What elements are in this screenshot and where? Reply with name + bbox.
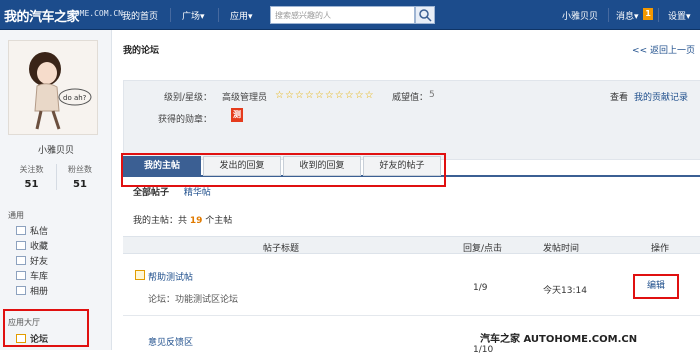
sidebar-item-label: 相册 — [30, 287, 49, 297]
user-info-panel: 级别/星级： 高级管理员 ☆☆☆☆☆☆☆☆☆☆ 威望值： 5 查看 我的贡献记录… — [123, 80, 700, 160]
friends-icon — [16, 256, 26, 265]
post-title-link[interactable]: 帮助测试帖 — [148, 270, 193, 283]
medal-badge[interactable]: 测 — [231, 108, 243, 122]
fans-label: 粉丝数 — [68, 165, 92, 174]
level-value: 高级管理员 — [222, 93, 268, 103]
contrib-view-label: 查看 — [610, 93, 629, 103]
prestige-value: 5 — [429, 90, 435, 100]
message-count-badge: 1 — [643, 8, 653, 20]
star-icon — [16, 241, 26, 250]
site-logo[interactable]: 我的汽车之家 — [4, 6, 80, 25]
follow-stats: 关注数 51 粉丝数 51 — [8, 164, 103, 194]
medal-label: 获得的勋章： — [158, 115, 213, 125]
sidebar-username[interactable]: 小雅贝贝 — [0, 143, 112, 156]
star-rating: ☆☆☆☆☆☆☆☆☆☆ — [275, 90, 375, 101]
post-reply-stat: 1/9 — [473, 283, 488, 293]
prestige-label: 威望值： — [392, 93, 429, 103]
fans-count: 51 — [73, 179, 87, 190]
following-label: 关注数 — [19, 165, 44, 174]
post-title-link[interactable]: 意见反馈区 — [148, 335, 193, 348]
count-value: 19 — [189, 216, 203, 226]
table-row — [123, 254, 700, 316]
messages-menu[interactable]: 消息▾ — [616, 9, 639, 22]
search-icon — [419, 9, 432, 22]
avatar-text: do ah? — [63, 94, 87, 102]
column-post-time: 发帖时间 — [543, 244, 580, 254]
watermark: 汽车之家 AUTOHOME.COM.CN — [480, 330, 638, 345]
nav-my-home[interactable]: 我的首页 — [122, 9, 158, 22]
post-count: 我的主帖：共 19 个主帖 — [133, 213, 232, 226]
nav-separator — [218, 8, 219, 22]
main-content: 我的论坛 << 返回上一页 级别/星级： 高级管理员 ☆☆☆☆☆☆☆☆☆☆ 威望… — [113, 30, 700, 355]
sidebar: do ah? 小雅贝贝 关注数 51 粉丝数 51 通用 私信 收藏 好友 车库… — [0, 30, 112, 350]
sidebar-item-favorites[interactable]: 收藏 — [16, 239, 48, 252]
column-replies: 回复/点击 — [463, 244, 503, 254]
sidebar-item-messages[interactable]: 私信 — [16, 224, 48, 237]
nav-separator — [658, 8, 659, 22]
settings-menu[interactable]: 设置▾ — [668, 9, 691, 22]
car-icon — [16, 271, 26, 280]
search-button[interactable] — [415, 6, 435, 24]
sidebar-item-label: 收藏 — [30, 242, 49, 252]
logo-url: HOME.COM.CN — [70, 9, 123, 18]
tabs-highlight-box — [121, 153, 446, 187]
post-reply-stat: 1/10 — [473, 345, 494, 355]
level-label: 级别/星级： — [164, 93, 213, 103]
album-icon — [16, 286, 26, 295]
following-count: 51 — [24, 179, 39, 190]
post-time: 今天13:14 — [543, 286, 587, 296]
nav-plaza[interactable]: 广场▾ — [182, 9, 205, 22]
page-title: 我的论坛 — [123, 46, 160, 56]
sidebar-item-friends[interactable]: 好友 — [16, 254, 48, 267]
edit-button[interactable]: 编辑 — [633, 274, 679, 299]
post-icon — [135, 270, 145, 280]
fans-stat[interactable]: 粉丝数 51 — [56, 164, 103, 190]
sidebar-item-label: 好友 — [30, 257, 49, 267]
avatar[interactable]: do ah? — [8, 40, 98, 135]
column-actions: 操作 — [651, 244, 670, 254]
nav-separator — [608, 8, 609, 22]
sidebar-item-garage[interactable]: 车库 — [16, 269, 48, 282]
nav-separator — [170, 8, 171, 22]
contribution-record-link[interactable]: 我的贡献记录 — [634, 90, 688, 103]
column-title: 帖子标题 — [263, 244, 300, 254]
following-stat[interactable]: 关注数 51 — [8, 164, 55, 190]
sidebar-item-album[interactable]: 相册 — [16, 284, 48, 297]
table-header: 帖子标题 回复/点击 发帖时间 操作 — [123, 236, 700, 254]
sidebar-item-label: 私信 — [30, 227, 49, 237]
sidebar-item-label: 车库 — [30, 272, 49, 282]
forum-highlight-box — [3, 309, 89, 347]
mail-icon — [16, 226, 26, 235]
nav-apps[interactable]: 应用▾ — [230, 9, 253, 22]
sidebar-section-general: 通用 — [8, 211, 24, 220]
post-forum: 论坛：功能测试区论坛 — [148, 295, 239, 305]
count-prefix: 我的主帖：共 — [133, 216, 188, 226]
top-nav-bar: 我的汽车之家 HOME.COM.CN 我的首页 广场▾ 应用▾ 搜索感兴趣的人 … — [0, 0, 700, 30]
subtab-featured[interactable]: 精华帖 — [184, 188, 211, 198]
avatar-illustration: do ah? — [29, 52, 92, 130]
search-input[interactable]: 搜索感兴趣的人 — [270, 6, 415, 24]
count-suffix: 个主帖 — [205, 216, 233, 226]
user-menu[interactable]: 小雅贝贝 — [562, 9, 598, 22]
subtab-all-posts[interactable]: 全部帖子 — [133, 188, 169, 198]
back-link[interactable]: << 返回上一页 — [632, 43, 695, 56]
